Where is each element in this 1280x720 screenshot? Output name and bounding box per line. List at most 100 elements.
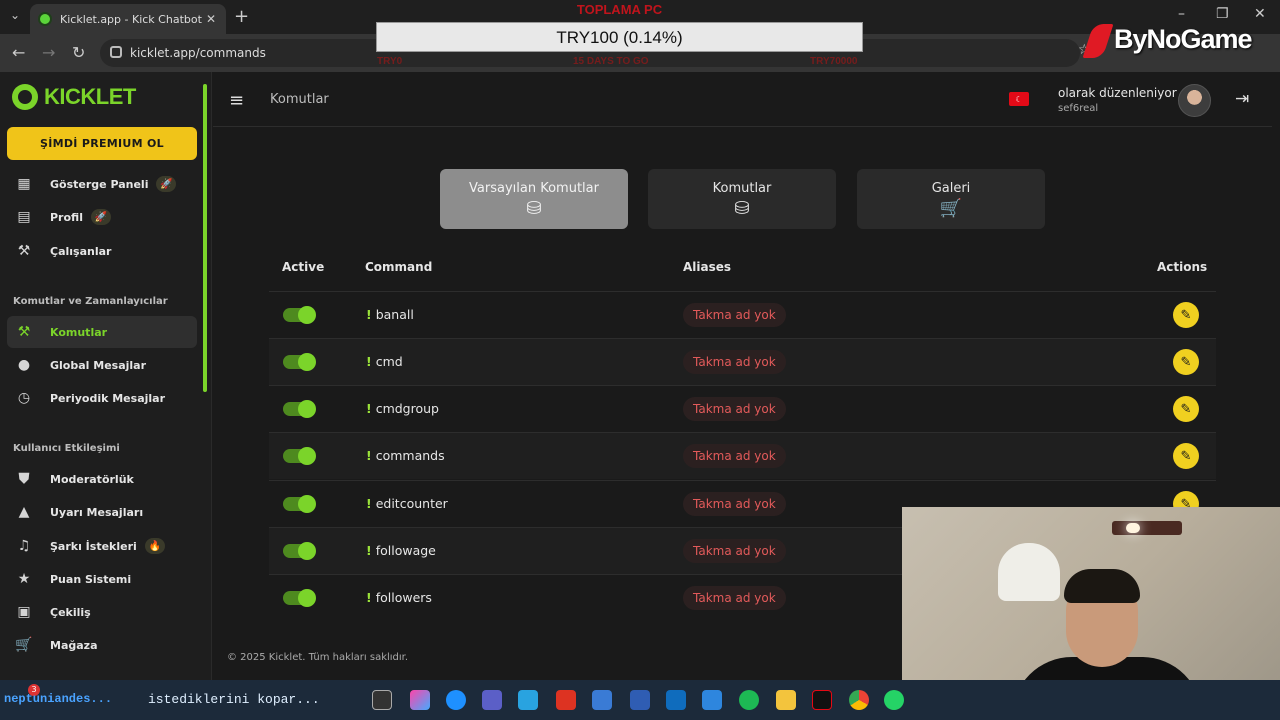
folder-icon[interactable] xyxy=(776,690,796,710)
sidebar-item-points[interactable]: ★ Puan Sistemi xyxy=(7,563,197,595)
browser-tab-title: Kicklet.app - Kick Chatbot and xyxy=(60,12,204,26)
command-name[interactable]: ! followage xyxy=(366,543,436,558)
kicklet-logo[interactable]: KICKLET xyxy=(12,84,136,110)
table-row: ! banall Takma ad yok ✎ xyxy=(269,291,1216,338)
sidebar-item-giveaway[interactable]: ▣ Çekiliş xyxy=(7,596,197,628)
stream-ticker: neptuniandes... xyxy=(4,692,113,706)
taskbar: 3 neptuniandes... istediklerini kopar... xyxy=(0,680,1280,720)
command-name[interactable]: ! commands xyxy=(366,448,445,463)
bynogame-logo: ByNoGame xyxy=(1082,24,1253,58)
command-name[interactable]: ! followers xyxy=(366,590,432,605)
section-title-engagement: Kullanıcı Etkileşimi xyxy=(13,443,120,454)
menu-toggle-icon[interactable]: ≡ xyxy=(229,90,244,111)
sidebar-item-store[interactable]: 🛒 Mağaza xyxy=(7,629,197,661)
sidebar-item-label: Uyarı Mesajları xyxy=(50,505,144,519)
premium-button[interactable]: ŞİMDİ PREMIUM OL xyxy=(7,127,197,160)
alias-badge: Takma ad yok xyxy=(683,492,786,516)
back-icon[interactable]: ← xyxy=(12,43,25,62)
command-name[interactable]: ! editcounter xyxy=(366,496,448,511)
sidebar-item-dashboard[interactable]: ▦ Gösterge Paneli 🚀 xyxy=(7,168,197,200)
active-toggle[interactable] xyxy=(283,353,316,371)
browser-tab[interactable]: Kicklet.app - Kick Chatbot and ✕ xyxy=(30,4,226,34)
active-toggle[interactable] xyxy=(283,447,316,465)
alias-badge: Takma ad yok xyxy=(683,350,786,374)
sidebar-item-employees[interactable]: ⚒ Çalışanlar xyxy=(7,235,197,267)
netflix-icon[interactable] xyxy=(812,690,832,710)
whatsapp-icon[interactable] xyxy=(884,690,904,710)
tab-commands[interactable]: Komutlar ⛁ xyxy=(648,169,836,229)
clipboard-icon: ▤ xyxy=(17,209,31,225)
active-toggle[interactable] xyxy=(283,495,316,513)
webcam-shelf xyxy=(1112,521,1182,535)
tab-label: Komutlar xyxy=(712,180,772,196)
maximize-icon[interactable]: ❐ xyxy=(1216,6,1229,22)
snipping-icon[interactable] xyxy=(592,690,612,710)
m365-icon[interactable] xyxy=(630,690,650,710)
active-toggle[interactable] xyxy=(283,589,316,607)
tab-label: Varsayılan Komutlar xyxy=(469,180,599,196)
sidebar-item-periodic-messages[interactable]: ◷ Periyodik Mesajlar xyxy=(7,382,197,414)
database-check-icon: ⛁ xyxy=(734,197,750,219)
minimize-icon[interactable]: – xyxy=(1178,6,1185,22)
active-toggle[interactable] xyxy=(283,400,316,418)
command-name[interactable]: ! cmd xyxy=(366,354,403,369)
fire-icon: 🔥 xyxy=(144,538,165,554)
active-toggle[interactable] xyxy=(283,542,316,560)
logout-icon[interactable]: ⇥ xyxy=(1235,89,1249,109)
site-info-icon[interactable] xyxy=(110,46,122,58)
sidebar-scrollbar[interactable] xyxy=(203,84,207,392)
edit-pencil-icon[interactable]: ✎ xyxy=(1173,302,1199,328)
forward-icon[interactable]: → xyxy=(42,43,55,62)
task-view-icon[interactable] xyxy=(372,690,392,710)
turkey-flag-icon[interactable]: ☾ xyxy=(1009,92,1029,106)
column-header-active: Active xyxy=(282,260,325,274)
calendar-icon[interactable] xyxy=(702,690,722,710)
close-window-icon[interactable]: ✕ xyxy=(1254,6,1266,22)
sidebar-item-moderation[interactable]: ⛊ Moderatörlük xyxy=(7,463,197,495)
sidebar-item-label: Periyodik Mesajlar xyxy=(50,391,166,405)
tools-icon: ⚒ xyxy=(17,243,31,259)
footer-copyright: © 2025 Kicklet. Tüm hakları saklıdır. xyxy=(227,652,409,663)
sidebar-item-song-requests[interactable]: ♫ Şarkı İstekleri 🔥 xyxy=(7,530,197,562)
table-row: ! cmdgroup Takma ad yok ✎ xyxy=(269,385,1216,432)
webcam-person-hair xyxy=(1064,569,1140,603)
tab-gallery[interactable]: Galeri 🛒 xyxy=(857,169,1045,229)
tab-default-commands[interactable]: Varsayılan Komutlar ⛁ xyxy=(440,169,628,229)
command-name[interactable]: ! cmdgroup xyxy=(366,401,439,416)
sidebar-item-profile[interactable]: ▤ Profil 🚀 xyxy=(7,201,197,233)
chrome-icon[interactable] xyxy=(849,690,869,710)
copilot-icon[interactable] xyxy=(410,690,430,710)
outlook-icon[interactable] xyxy=(666,690,686,710)
close-tab-icon[interactable]: ✕ xyxy=(204,12,218,26)
spotify-icon[interactable] xyxy=(739,690,759,710)
active-toggle[interactable] xyxy=(283,306,316,324)
donation-goal-target: TRY70000 xyxy=(810,56,858,67)
sidebar-item-label: Global Mesajlar xyxy=(50,358,147,372)
column-header-actions: Actions xyxy=(1157,260,1208,274)
pdf-icon[interactable] xyxy=(556,690,576,710)
cart-icon: 🛒 xyxy=(939,197,963,219)
command-name[interactable]: ! banall xyxy=(366,307,414,322)
sidebar-item-warnings[interactable]: ▲ Uyarı Mesajları xyxy=(7,496,197,528)
new-tab-icon[interactable]: + xyxy=(234,6,249,27)
store-icon[interactable] xyxy=(518,690,538,710)
user-handle: sef6real xyxy=(1058,103,1099,114)
edit-pencil-icon[interactable]: ✎ xyxy=(1173,349,1199,375)
reload-icon[interactable]: ↻ xyxy=(72,43,85,62)
alias-badge: Takma ad yok xyxy=(683,444,786,468)
alias-badge: Takma ad yok xyxy=(683,397,786,421)
teams-icon[interactable] xyxy=(482,690,502,710)
edit-pencil-icon[interactable]: ✎ xyxy=(1173,443,1199,469)
sidebar-item-label: Çekiliş xyxy=(50,605,91,619)
column-header-command: Command xyxy=(365,260,433,274)
hammer-icon: ⚒ xyxy=(17,324,31,340)
edge-icon[interactable] xyxy=(446,690,466,710)
edit-pencil-icon[interactable]: ✎ xyxy=(1173,396,1199,422)
avatar[interactable] xyxy=(1178,84,1211,117)
chat-icon: ● xyxy=(17,357,31,373)
tab-list-icon[interactable]: ⌄ xyxy=(10,8,20,22)
tab-label: Galeri xyxy=(931,180,971,196)
sidebar: KICKLET ŞİMDİ PREMIUM OL ▦ Gösterge Pane… xyxy=(0,72,212,680)
sidebar-item-commands[interactable]: ⚒ Komutlar xyxy=(7,316,197,348)
sidebar-item-global-messages[interactable]: ● Global Mesajlar xyxy=(7,349,197,381)
